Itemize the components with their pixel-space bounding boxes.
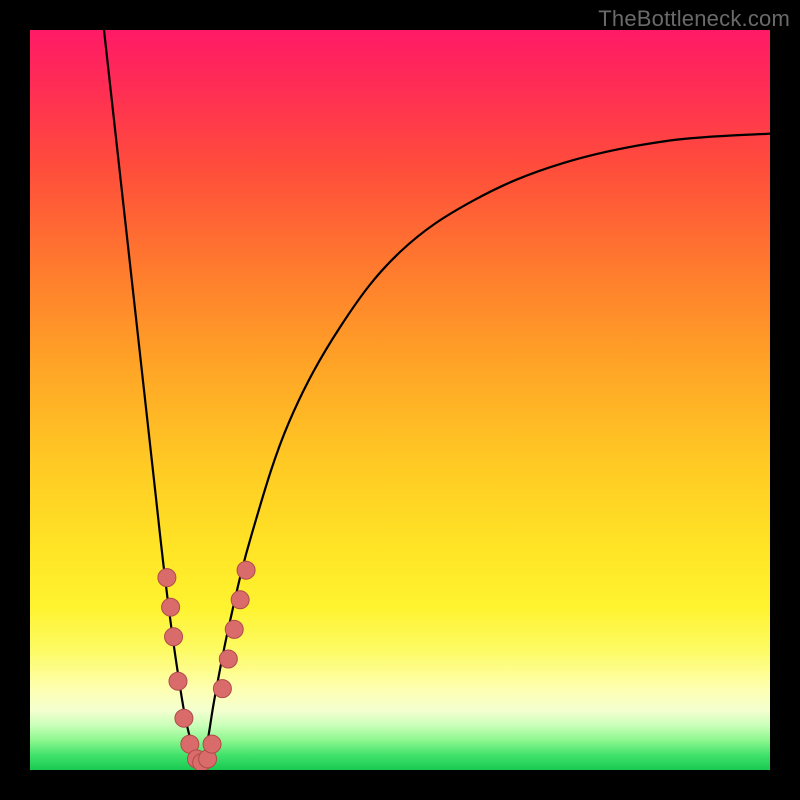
data-marker <box>162 598 180 616</box>
data-marker <box>225 620 243 638</box>
data-marker <box>165 628 183 646</box>
data-marker <box>219 650 237 668</box>
bottleneck-curve <box>104 30 770 770</box>
data-marker <box>169 672 187 690</box>
data-marker <box>213 680 231 698</box>
chart-frame: TheBottleneck.com <box>0 0 800 800</box>
plot-area <box>30 30 770 770</box>
curve-path <box>104 30 770 770</box>
marker-cluster <box>158 561 255 770</box>
data-marker <box>237 561 255 579</box>
curve-layer <box>30 30 770 770</box>
data-marker <box>231 591 249 609</box>
watermark-text: TheBottleneck.com <box>598 6 790 32</box>
data-marker <box>175 709 193 727</box>
data-marker <box>203 735 221 753</box>
data-marker <box>158 569 176 587</box>
